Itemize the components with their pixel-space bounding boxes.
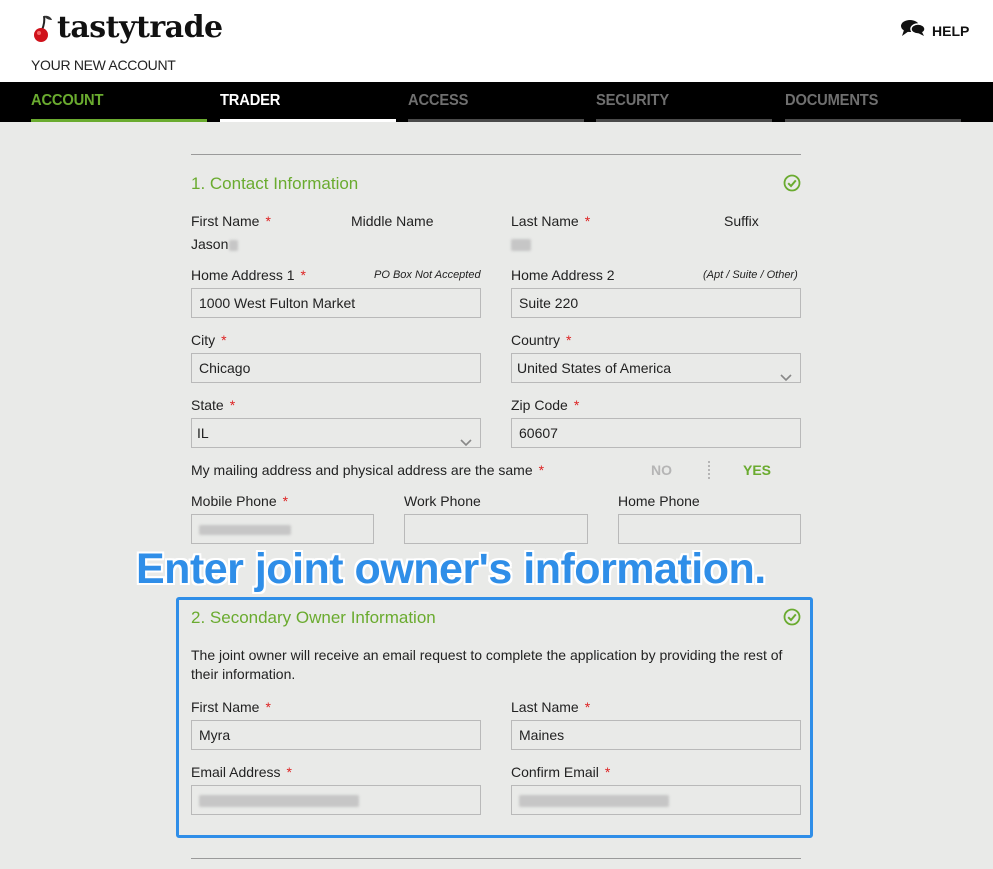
- first-name-label: First Name *: [191, 213, 271, 229]
- home-address-2-input[interactable]: Suite 220: [511, 288, 801, 318]
- tab-label: SECURITY: [596, 92, 669, 109]
- cherry-icon: [33, 12, 55, 44]
- zip-code-label: Zip Code *: [511, 397, 580, 413]
- contact-section-title: 1. Contact Information: [191, 174, 359, 193]
- required-marker: *: [221, 332, 227, 348]
- home-address-2-label: Home Address 2: [511, 267, 615, 283]
- tab-label: ACCOUNT: [31, 92, 104, 109]
- state-select[interactable]: IL: [191, 418, 481, 448]
- city-input[interactable]: Chicago: [191, 353, 481, 383]
- mailing-same-label: My mailing address and physical address …: [191, 462, 545, 478]
- logo-text: tastytrade: [57, 10, 223, 45]
- state-selected-value: IL: [197, 425, 209, 441]
- tab-account[interactable]: ACCOUNT: [31, 82, 207, 122]
- chevron-down-icon: [460, 428, 472, 456]
- zip-code-input[interactable]: 60607: [511, 418, 801, 448]
- tab-documents[interactable]: DOCUMENTS: [785, 82, 961, 122]
- middle-name-label: Middle Name: [351, 213, 434, 229]
- mailing-same-yes-option[interactable]: YES: [743, 462, 771, 478]
- section-divider: [191, 858, 801, 859]
- tastytrade-logo[interactable]: tastytrade: [33, 10, 223, 45]
- first-name-value: Jason: [191, 236, 239, 252]
- callout-highlight-box: [176, 597, 813, 838]
- tab-label: ACCESS: [408, 92, 469, 109]
- step-navigation: ACCOUNT TRADER ACCESS SECURITY DOCUMENTS: [0, 82, 993, 122]
- country-selected-value: United States of America: [517, 360, 672, 376]
- required-marker: *: [265, 213, 271, 229]
- tab-label: DOCUMENTS: [785, 92, 879, 109]
- mobile-phone-input[interactable]: [191, 514, 374, 544]
- country-select[interactable]: United States of America: [511, 353, 801, 383]
- tab-access[interactable]: ACCESS: [408, 82, 584, 122]
- page-subtitle: YOUR NEW ACCOUNT: [31, 57, 176, 73]
- tab-indicator: [785, 119, 961, 122]
- state-label: State *: [191, 397, 236, 413]
- toggle-divider: [708, 461, 710, 479]
- tab-indicator: [31, 119, 207, 122]
- help-label: HELP: [932, 22, 970, 39]
- home-address-1-hint: PO Box Not Accepted: [374, 269, 481, 281]
- work-phone-label: Work Phone: [404, 493, 481, 509]
- help-link[interactable]: HELP: [900, 19, 969, 42]
- suffix-label: Suffix: [724, 213, 759, 229]
- required-marker: *: [229, 397, 236, 413]
- tab-label: TRADER: [220, 92, 281, 109]
- work-phone-input[interactable]: [404, 514, 588, 544]
- country-label: Country *: [511, 332, 572, 348]
- mailing-same-no-option[interactable]: NO: [651, 462, 672, 478]
- tab-trader[interactable]: TRADER: [220, 82, 396, 122]
- city-label: City *: [191, 332, 227, 348]
- last-name-label: Last Name *: [511, 213, 591, 229]
- home-address-1-label: Home Address 1 *: [191, 267, 306, 283]
- home-phone-label: Home Phone: [618, 493, 700, 509]
- required-marker: *: [584, 213, 591, 229]
- tab-indicator: [220, 119, 396, 122]
- home-address-2-hint: (Apt / Suite / Other): [703, 269, 798, 281]
- required-marker: *: [300, 267, 306, 283]
- callout-caption: Enter joint owner's information.: [136, 545, 766, 593]
- required-marker: *: [566, 332, 572, 348]
- tab-indicator: [596, 119, 772, 122]
- last-name-value: [511, 236, 531, 252]
- required-marker: *: [573, 397, 580, 413]
- redacted-text: [511, 239, 531, 252]
- home-phone-input[interactable]: [618, 514, 801, 544]
- section-divider: [191, 154, 801, 155]
- chevron-down-icon: [780, 363, 792, 391]
- required-marker: *: [282, 493, 289, 509]
- required-marker: *: [538, 462, 545, 478]
- app-header: tastytrade YOUR NEW ACCOUNT HELP: [0, 0, 993, 82]
- tab-security[interactable]: SECURITY: [596, 82, 772, 122]
- mobile-phone-label: Mobile Phone *: [191, 493, 289, 509]
- redacted-text: [199, 525, 291, 536]
- check-circle-icon: [783, 174, 801, 192]
- home-address-1-input[interactable]: 1000 West Fulton Market: [191, 288, 481, 318]
- redacted-text: [229, 239, 239, 251]
- chat-bubble-icon: [900, 19, 926, 42]
- tab-indicator: [408, 119, 584, 122]
